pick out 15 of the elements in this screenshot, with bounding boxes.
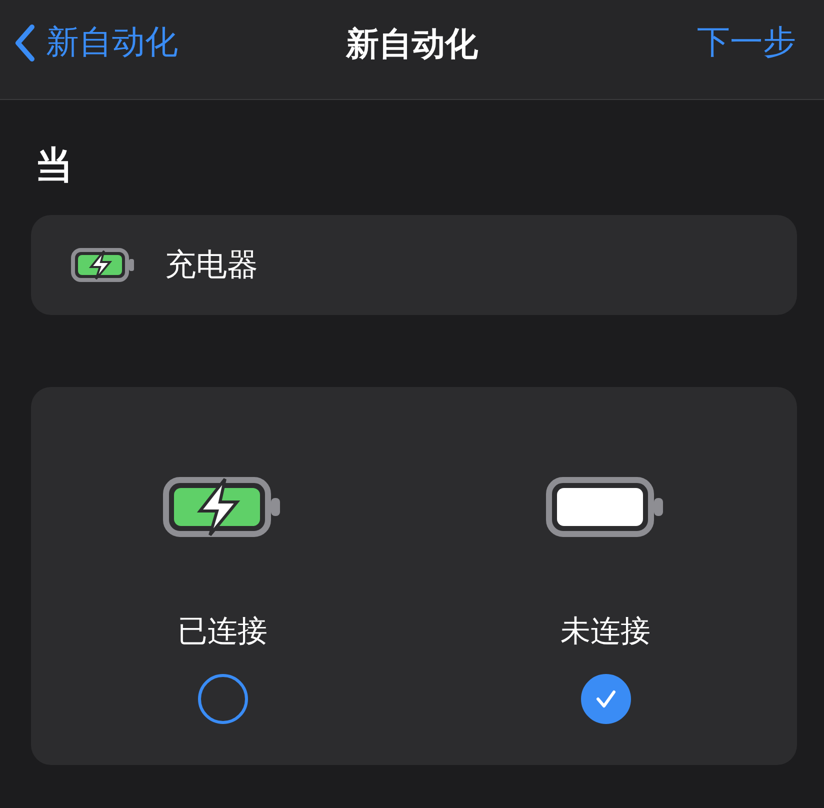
radio-button[interactable]: [580, 674, 630, 724]
trigger-row[interactable]: 充电器: [31, 215, 797, 315]
section-title: 当: [34, 142, 74, 189]
next-button[interactable]: 下一步: [697, 20, 796, 65]
charging-battery-icon: [71, 248, 135, 282]
battery-icon: [546, 477, 666, 537]
option-label: 未连接: [560, 613, 650, 651]
trigger-label: 充电器: [165, 246, 258, 285]
radio-button[interactable]: [198, 674, 248, 724]
chevron-left-icon: [14, 24, 36, 62]
charging-battery-icon: [162, 477, 282, 537]
back-button[interactable]: 新自动化: [14, 20, 178, 65]
option-label: 已连接: [178, 613, 268, 651]
checkmark-icon: [594, 689, 616, 709]
nav-title: 新自动化: [346, 23, 478, 65]
